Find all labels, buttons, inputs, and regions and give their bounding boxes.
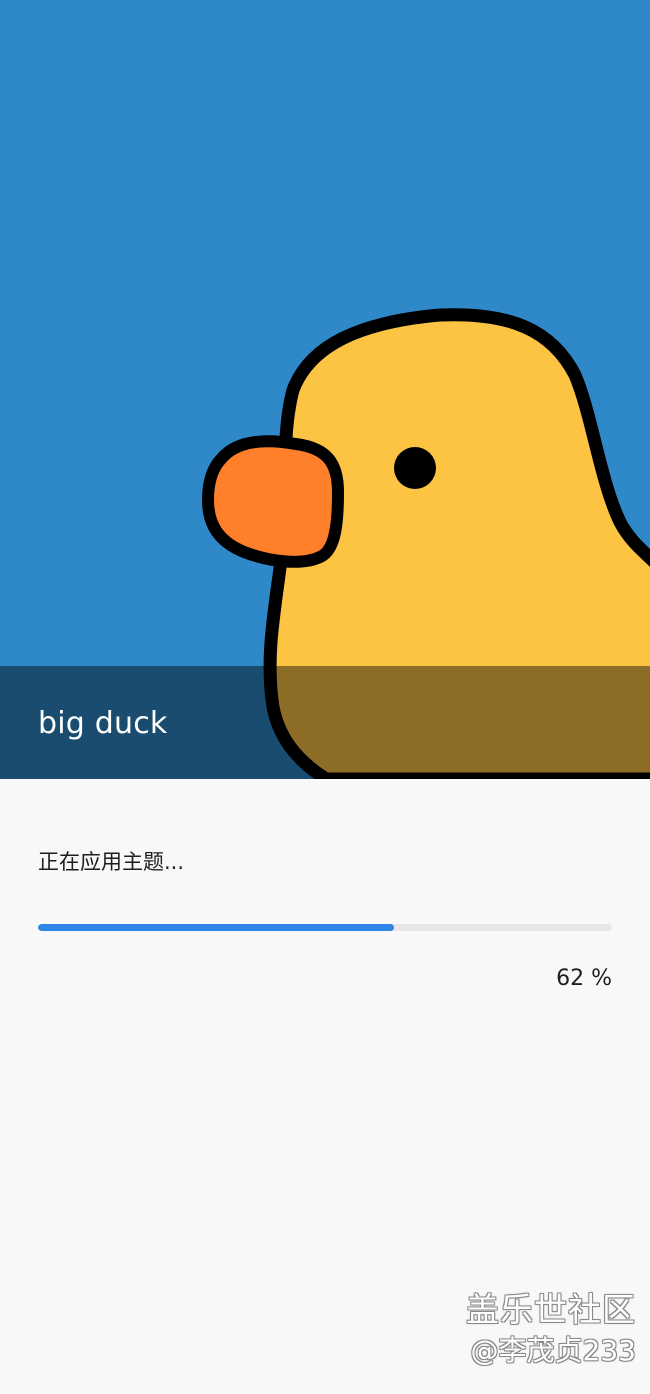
watermark: 盖乐世社区 @李茂贞233	[466, 1288, 636, 1370]
theme-name: big duck	[38, 706, 168, 741]
duck-eye	[394, 447, 436, 489]
watermark-site: 盖乐世社区	[466, 1290, 636, 1329]
watermark-author: @李茂贞233	[470, 1334, 636, 1367]
apply-progress-bar	[38, 924, 612, 931]
theme-preview: big duck	[0, 0, 650, 779]
duck-illustration	[0, 0, 650, 779]
duck-beak	[202, 435, 344, 568]
apply-status-text: 正在应用主题...	[38, 850, 185, 874]
apply-progress-fill	[38, 924, 394, 931]
apply-progress-percent: 62 %	[556, 966, 612, 991]
